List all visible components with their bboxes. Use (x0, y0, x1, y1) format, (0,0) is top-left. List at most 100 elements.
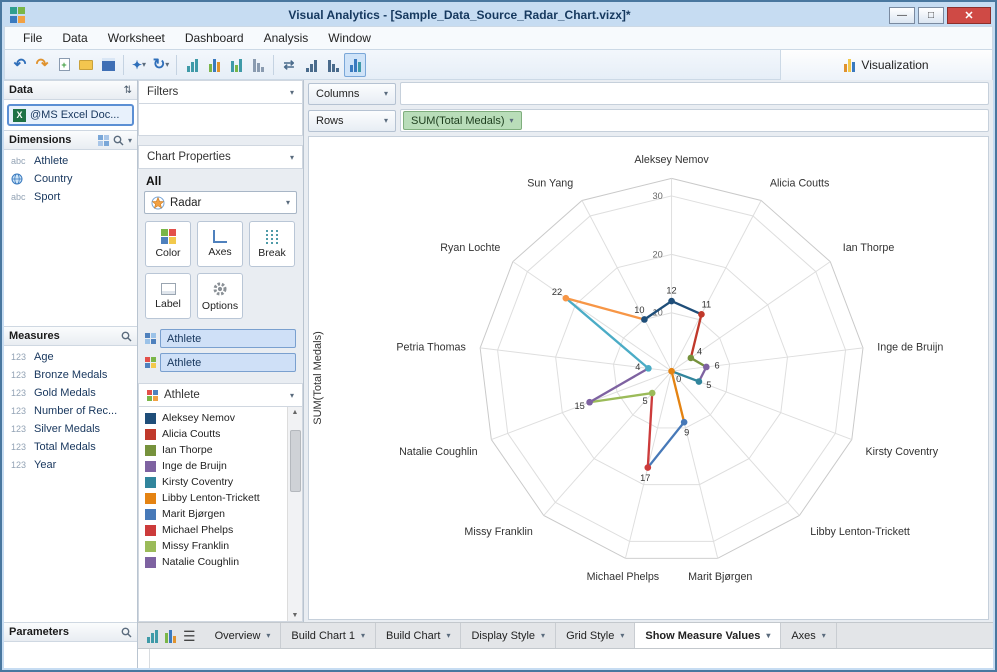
menu-worksheet[interactable]: Worksheet (98, 28, 175, 48)
svg-text:5: 5 (643, 396, 648, 406)
columns-shelf[interactable] (400, 82, 989, 105)
measure-gold-medals[interactable]: 123 Gold Medals (4, 384, 137, 402)
legend-item[interactable]: Alicia Coutts (139, 426, 287, 442)
tab-overview[interactable]: Overview ▾ (205, 623, 282, 648)
measures-header-label: Measures (9, 330, 60, 342)
chart-properties-header[interactable]: Chart Properties ▾ (138, 145, 303, 169)
sort-ascending-button[interactable] (300, 53, 322, 77)
new-sheet-icon[interactable] (147, 629, 158, 643)
chevron-down-icon[interactable]: ▾ (128, 136, 132, 145)
menu-file[interactable]: File (13, 28, 52, 48)
dimension-athlete[interactable]: abc Athlete (4, 152, 137, 170)
sheet-list-icon[interactable]: ☰ (183, 629, 196, 643)
search-icon[interactable] (113, 135, 124, 146)
legend-scrollbar[interactable]: ▲ ▼ (287, 407, 302, 621)
data-panel-header[interactable]: Data ⇅ (4, 80, 137, 100)
color-button[interactable]: Color (145, 221, 191, 267)
options-button[interactable]: Options (197, 273, 243, 319)
menu-dashboard[interactable]: Dashboard (175, 28, 254, 48)
open-button[interactable] (75, 53, 97, 77)
athlete-field-label: Athlete (167, 332, 202, 345)
legend-item[interactable]: Missy Franklin (139, 538, 287, 554)
legend-item[interactable]: Ian Thorpe (139, 442, 287, 458)
visualization-tab[interactable]: Visualization (780, 49, 992, 80)
scroll-up-icon[interactable]: ▲ (292, 409, 299, 416)
title-bar: Visual Analytics - [Sample_Data_Source_R… (4, 4, 993, 26)
chart-stacked-button[interactable] (203, 53, 225, 77)
excel-icon: X (13, 108, 26, 122)
legend-item[interactable]: Michael Phelps (139, 522, 287, 538)
legend-item[interactable]: Libby Lenton-Trickett (139, 490, 287, 506)
menu-analysis[interactable]: Analysis (254, 28, 319, 48)
legend-item[interactable]: Marit Bjørgen (139, 506, 287, 522)
break-button[interactable]: Break (249, 221, 295, 267)
dimension-country[interactable]: Country (4, 170, 137, 188)
parameters-panel-header[interactable]: Parameters (4, 622, 137, 642)
format-button[interactable]: ✦ ▾ (128, 53, 150, 77)
axes-button[interactable]: Axes (197, 221, 243, 267)
swap-axes-button[interactable]: ⇄ (278, 53, 300, 77)
legend-item[interactable]: Natalie Coughlin (139, 554, 287, 570)
menu-data[interactable]: Data (52, 28, 97, 48)
dimensions-panel-header[interactable]: Dimensions ▾ (4, 130, 137, 150)
measure-silver-medals[interactable]: 123 Silver Medals (4, 420, 137, 438)
scrollbar-thumb[interactable] (289, 430, 301, 492)
measure-bronze-medals[interactable]: 123 Bronze Medals (4, 366, 137, 384)
refresh-button[interactable]: ↻ ▾ (150, 53, 172, 77)
rows-field-pill[interactable]: SUM(Total Medals) ▾ (403, 111, 522, 130)
search-icon[interactable] (121, 627, 132, 638)
tab-build-chart[interactable]: Build Chart ▾ (376, 623, 462, 648)
new-dashboard-icon[interactable] (165, 629, 176, 643)
dimension-sport[interactable]: abc Sport (4, 188, 137, 206)
tab-grid-style[interactable]: Grid Style ▾ (556, 623, 636, 648)
tab-build-chart-1[interactable]: Build Chart 1 ▾ (281, 623, 377, 648)
chart-bars-button[interactable] (225, 53, 247, 77)
new-worksheet-button[interactable]: + (53, 53, 75, 77)
filters-shelf[interactable] (138, 104, 303, 136)
legend-item[interactable]: Aleksey Nemov (139, 410, 287, 426)
close-button[interactable]: ✕ (947, 6, 991, 24)
chart-columns-button[interactable] (181, 53, 203, 77)
filters-header[interactable]: Filters ▾ (138, 80, 303, 104)
legend-item[interactable]: Inge de Bruijn (139, 458, 287, 474)
chart-lines-button[interactable] (247, 53, 269, 77)
legend-item-label: Libby Lenton-Trickett (162, 492, 260, 504)
chevron-down-icon: ▾ (821, 631, 826, 640)
measure-number-of-records[interactable]: 123 Number of Rec... (4, 402, 137, 420)
svg-text:10: 10 (634, 305, 644, 315)
scroll-down-icon[interactable]: ▼ (292, 612, 299, 619)
axes-label: Axes (208, 246, 232, 258)
redo-button[interactable]: ↷ (31, 53, 53, 77)
maximize-button[interactable]: □ (918, 6, 944, 24)
legend-item[interactable]: Kirsty Coventry (139, 474, 287, 490)
columns-shelf-button[interactable]: Columns ▾ (308, 82, 396, 105)
save-button[interactable] (97, 53, 119, 77)
bottom-tab-bar: ☰ Overview ▾ Build Chart 1 ▾ Build Chart ▾ … (138, 622, 993, 648)
tab-show-measure-values[interactable]: Show Measure Values ▾ (635, 623, 782, 648)
rows-shelf[interactable]: SUM(Total Medals) ▾ (400, 109, 989, 132)
athlete-field-pill[interactable]: Athlete (160, 329, 296, 348)
athlete-field-pill[interactable]: Athlete (160, 353, 296, 372)
minimize-button[interactable]: — (889, 6, 915, 24)
rows-shelf-button[interactable]: Rows ▾ (308, 109, 396, 132)
measures-panel-header[interactable]: Measures (4, 326, 137, 346)
tab-display-style[interactable]: Display Style ▾ (461, 623, 557, 648)
chart-type-select[interactable]: Radar ▾ (144, 191, 297, 214)
legend-header[interactable]: Athlete ▾ (138, 383, 303, 407)
search-icon[interactable] (121, 331, 132, 342)
measure-age[interactable]: 123 Age (4, 348, 137, 366)
legend-title: Athlete (164, 389, 200, 401)
tab-axes[interactable]: Axes ▾ (781, 623, 837, 648)
chevron-down-icon: ▾ (361, 631, 366, 640)
data-source-item[interactable]: X @MS Excel Doc... (7, 104, 134, 126)
undo-button[interactable]: ↶ (9, 53, 31, 77)
menu-window[interactable]: Window (318, 28, 381, 48)
sort-arrows-icon: ⇅ (123, 84, 132, 96)
svg-text:6: 6 (714, 361, 719, 371)
measure-total-medals[interactable]: 123 Total Medals (4, 438, 137, 456)
measure-year[interactable]: 123 Year (4, 456, 137, 474)
label-button[interactable]: Label (145, 273, 191, 319)
show-chart-button[interactable] (344, 52, 366, 77)
field-grid-icon (145, 357, 156, 368)
sort-descending-button[interactable] (322, 53, 344, 77)
